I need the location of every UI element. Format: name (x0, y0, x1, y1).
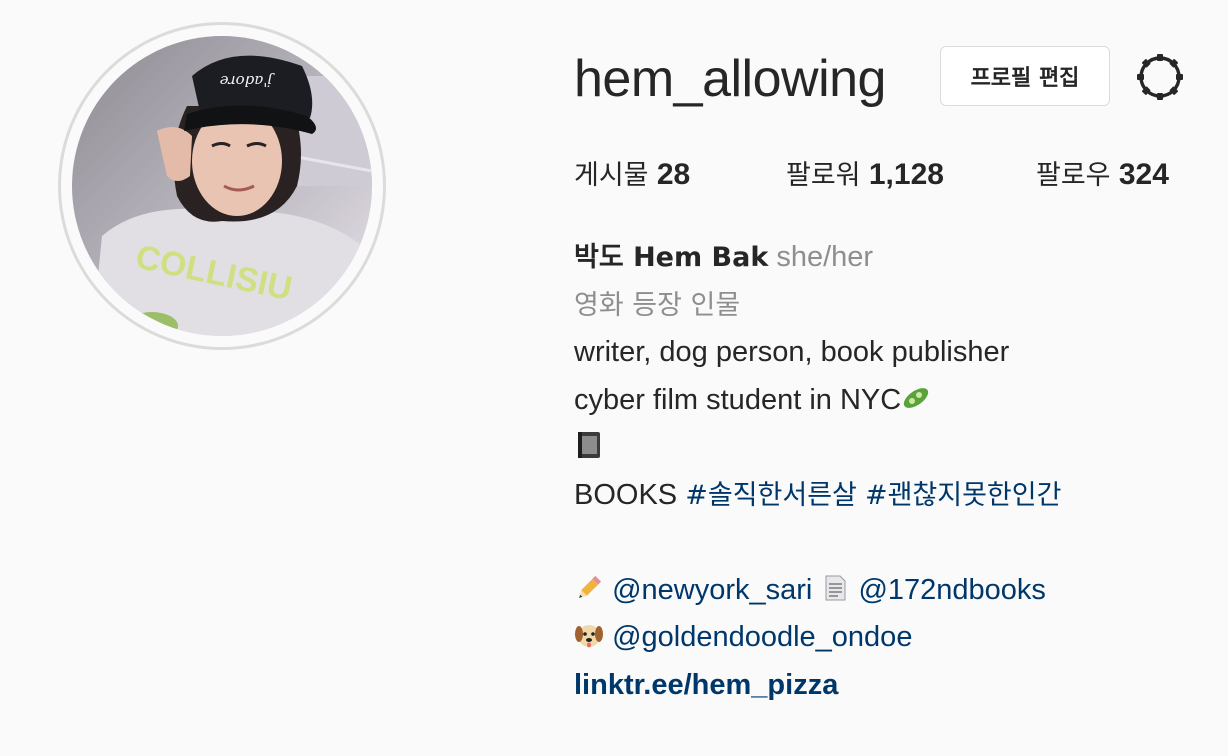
following-stat[interactable]: 팔로우 324 (1036, 152, 1169, 199)
bio-name-line: 박도 Hem Bak she/her (574, 234, 1214, 282)
bio-mentions-line: @newyork_sari @172ndbooks (574, 567, 1214, 615)
avatar[interactable]: COLLISIU j'adore (72, 36, 372, 336)
full-name: 박도 Hem Bak (574, 242, 769, 273)
bio-books-line: BOOKS #솔직한서른살 #괜찮지못한인간 (574, 472, 1214, 520)
dog-face-icon (574, 620, 604, 650)
avatar-photo: COLLISIU j'adore (72, 36, 372, 336)
followers-count: 1,128 (868, 158, 944, 191)
notebook-icon (574, 430, 604, 460)
bio-dog-line: @goldendoodle_ondoe (574, 614, 1214, 662)
mention-link-1[interactable]: @newyork_sari (612, 574, 812, 606)
profile-bio: 박도 Hem Bak she/her 영화 등장 인물 writer, dog … (574, 234, 1214, 709)
bio-line-1: writer, dog person, book publisher (574, 329, 1214, 377)
gear-icon[interactable] (1134, 51, 1186, 103)
posts-count: 28 (656, 158, 691, 191)
bio-line-3 (574, 424, 1214, 472)
bio-text-1: writer, dog person, book publisher (574, 336, 1010, 368)
bio-blank-line (574, 519, 1214, 567)
cucumber-icon (901, 383, 931, 413)
following-label: 팔로우 (1036, 160, 1111, 191)
following-count: 324 (1118, 158, 1169, 191)
posts-stat: 게시물 28 (574, 152, 690, 199)
books-prefix: BOOKS (574, 478, 678, 511)
hashtag-link-1[interactable]: #솔직한서른살 (685, 480, 857, 511)
followers-stat[interactable]: 팔로워 1,128 (786, 152, 944, 199)
pencil-icon (574, 573, 604, 603)
bio-category-line: 영화 등장 인물 (574, 282, 1214, 330)
bio-text-2: cyber film student in NYC (574, 383, 902, 416)
bio-link-line: linktr.ee/hem_pizza (574, 662, 1214, 710)
pronouns: she/her (776, 241, 874, 273)
bio-line-2: cyber film student in NYC (574, 377, 1214, 425)
posts-label: 게시물 (574, 160, 649, 191)
external-link[interactable]: linktr.ee/hem_pizza (574, 669, 838, 701)
avatar-ring[interactable]: COLLISIU j'adore (58, 22, 386, 350)
followers-label: 팔로워 (786, 160, 861, 191)
hashtag-link-2[interactable]: #괜찮지못한인간 (865, 480, 1062, 511)
mention-link-2[interactable]: @172ndbooks (858, 574, 1045, 606)
mention-link-3[interactable]: @goldendoodle_ondoe (612, 621, 912, 653)
category-label: 영화 등장 인물 (574, 289, 741, 321)
avatar-border: COLLISIU j'adore (61, 25, 383, 347)
svg-text:j'adore: j'adore (219, 72, 275, 90)
edit-profile-button[interactable]: 프로필 편집 (940, 46, 1110, 106)
page-icon (820, 573, 850, 603)
username: hem_allowing (574, 50, 886, 108)
